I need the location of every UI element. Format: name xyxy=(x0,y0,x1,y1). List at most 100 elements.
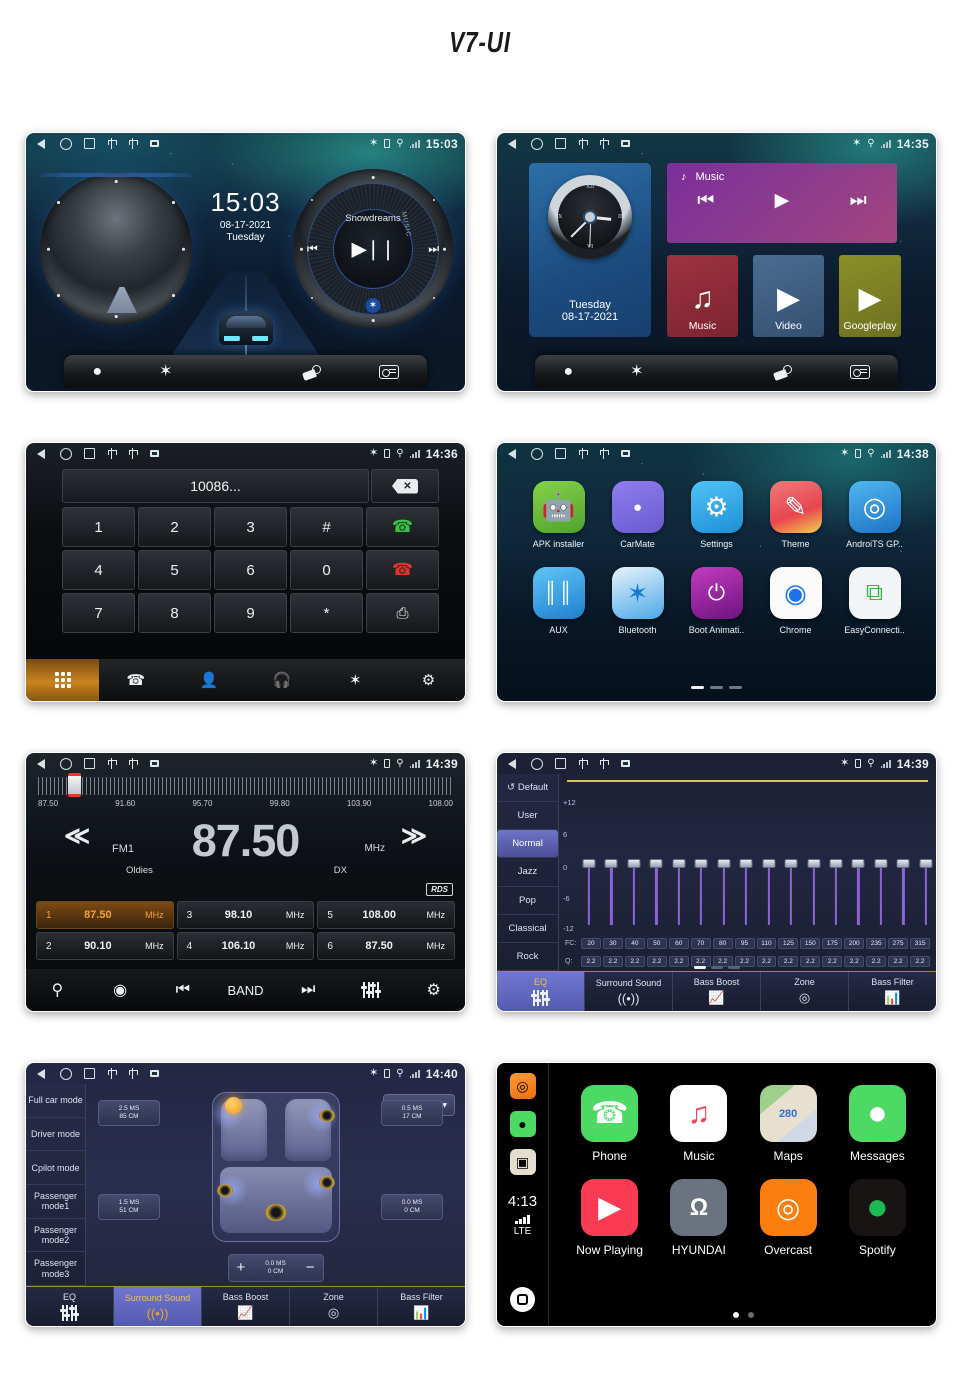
navigation-icon[interactable]: ● xyxy=(92,363,102,380)
back-icon[interactable] xyxy=(36,138,47,149)
fc-cell[interactable]: 175 xyxy=(822,938,843,949)
eq-fc-row[interactable]: FC: 20 30 40 50 60 70 80 95 110 125 150 … xyxy=(565,938,930,949)
tab-eq[interactable]: EQ xyxy=(26,1287,114,1326)
page-dot[interactable] xyxy=(727,966,740,969)
statusbar-nav-icons[interactable] xyxy=(36,1068,159,1080)
fc-cell[interactable]: 200 xyxy=(844,938,865,949)
tab-bass-boost[interactable]: Bass Boost 📈 xyxy=(202,1287,290,1326)
tab-eq[interactable]: EQ xyxy=(497,972,585,1011)
app-settings[interactable]: ⚙ Settings xyxy=(677,481,756,549)
key-0[interactable]: 0 xyxy=(290,550,363,590)
app-page-indicator[interactable] xyxy=(497,686,936,689)
eq-band-slider[interactable] xyxy=(649,796,663,929)
transfer-call-button[interactable]: ⎙ xyxy=(366,593,439,633)
listening-position-marker[interactable] xyxy=(224,1097,242,1114)
eq-band-slider[interactable] xyxy=(717,796,731,929)
key-5[interactable]: 5 xyxy=(138,550,211,590)
preset-3[interactable]: 3 98.10 MHz xyxy=(176,901,315,929)
music-prev-icon[interactable]: ⏮ xyxy=(697,190,714,212)
panel-home-screen[interactable]: ✶ ⚲ 15:03 15:03 08-17-2021 Tuesday Snowd… xyxy=(25,132,466,392)
frequency-slider-thumb[interactable] xyxy=(68,773,81,797)
keypad-tab[interactable] xyxy=(26,659,100,701)
back-icon[interactable] xyxy=(36,758,47,769)
eq-band-slider[interactable] xyxy=(807,796,821,929)
statusbar-nav-icons[interactable] xyxy=(36,138,159,150)
bluetooth-icon[interactable]: ✶ xyxy=(159,363,172,380)
bt-device-tab[interactable]: ✶ xyxy=(319,659,392,701)
page-dot[interactable] xyxy=(693,966,706,969)
app-easyconnection[interactable]: ⧉ EasyConnecti.. xyxy=(835,567,914,635)
recents-icon[interactable] xyxy=(555,758,566,769)
eq-preset-default[interactable]: ↺ Default xyxy=(497,774,558,803)
radio-toolbar[interactable]: ⚲ ◉ ⏮ BAND ⏭ ⚙ xyxy=(26,969,465,1011)
home-icon[interactable] xyxy=(531,138,543,150)
apps-icon[interactable] xyxy=(229,363,245,379)
carplay-app-now-playing[interactable]: ▶ Now Playing xyxy=(565,1179,654,1257)
next-station-button[interactable]: ⏭ xyxy=(277,981,340,999)
preset-6[interactable]: 6 87.50 MHz xyxy=(317,932,455,960)
home-icon[interactable] xyxy=(60,1068,72,1080)
app-boot-animation[interactable]: ⏻ Boot Animati.. xyxy=(677,567,756,635)
tab-bass-boost[interactable]: Bass Boost 📈 xyxy=(673,972,761,1011)
audio-tab-bar[interactable]: EQ Surround Sound ((•)) Bass Boost 📈 Zon… xyxy=(497,971,936,1011)
music-play-icon[interactable]: ▶ xyxy=(775,189,790,212)
fc-cell[interactable]: 80 xyxy=(712,938,733,949)
tile-music[interactable]: ♫ Music xyxy=(667,255,738,337)
mode-full-car[interactable]: Full car mode xyxy=(26,1084,85,1118)
back-icon[interactable] xyxy=(507,448,518,459)
statusbar-nav-icons[interactable] xyxy=(36,758,159,770)
carplay-app-phone[interactable]: ☎ Phone xyxy=(565,1085,654,1163)
page-dot[interactable] xyxy=(710,686,723,689)
eq-band-slider[interactable] xyxy=(874,796,888,929)
preset-list[interactable]: 1 87.50 MHz 3 98.10 MHz 5 108.00 MHz 2 9… xyxy=(36,901,455,960)
home-icon[interactable] xyxy=(60,758,72,770)
page-dot[interactable] xyxy=(733,1312,739,1318)
band-button[interactable]: BAND xyxy=(214,983,277,998)
eq-band-slider[interactable] xyxy=(582,796,596,929)
statusbar-nav-icons[interactable] xyxy=(36,448,159,460)
mode-passenger-3[interactable]: Passenger mode3 xyxy=(26,1252,85,1287)
tune-up-button[interactable]: ≫ xyxy=(401,821,427,851)
audio-tab-bar[interactable]: EQ Surround Sound ((•)) Bass Boost 📈 Zon… xyxy=(26,1286,465,1326)
tab-zone[interactable]: Zone ◎ xyxy=(290,1287,378,1326)
equalizer-button[interactable] xyxy=(340,982,403,998)
apps-icon[interactable] xyxy=(700,363,716,379)
messages-icon[interactable]: ● xyxy=(509,1111,536,1137)
home-icon[interactable] xyxy=(60,138,72,150)
eq-band-slider[interactable] xyxy=(784,796,798,929)
key-6[interactable]: 6 xyxy=(214,550,287,590)
statusbar-nav-icons[interactable] xyxy=(507,138,630,150)
key-4[interactable]: 4 xyxy=(62,550,135,590)
home-dock[interactable]: ● ✶ xyxy=(64,355,427,388)
eq-band-slider[interactable] xyxy=(762,796,776,929)
statusbar-nav-icons[interactable] xyxy=(507,448,630,460)
home-icon[interactable] xyxy=(531,758,543,770)
fc-cell[interactable]: 275 xyxy=(888,938,909,949)
eq-band-slider[interactable] xyxy=(604,796,618,929)
call-button[interactable]: ☎ xyxy=(366,507,439,547)
prev-station-button[interactable]: ⏮ xyxy=(151,981,214,999)
mode-passenger-2[interactable]: Passenger mode2 xyxy=(26,1219,85,1253)
fc-cell[interactable]: 315 xyxy=(910,938,930,949)
delay-rear-right[interactable]: 0.0 MS 0 CM xyxy=(381,1194,443,1220)
radio-icon[interactable] xyxy=(378,364,399,379)
eq-preset-normal[interactable]: Normal xyxy=(497,830,558,859)
eq-band-slider[interactable] xyxy=(851,796,865,929)
carplay-app-maps[interactable]: 280 Maps xyxy=(744,1085,833,1163)
bt-audio-tab[interactable]: 🎧 xyxy=(246,659,319,701)
home-dock[interactable]: ● ✶ xyxy=(535,355,898,388)
fc-cell[interactable]: 70 xyxy=(690,938,711,949)
key-2[interactable]: 2 xyxy=(138,507,211,547)
panel-equalizer[interactable]: ✶ ⚲ 14:39 ↺ Default User Normal Jazz Pop… xyxy=(496,752,937,1012)
app-theme[interactable]: ✎ Theme xyxy=(756,481,835,549)
dialer-toolbar[interactable]: ☎ 👤 🎧 ✶ ⚙ xyxy=(26,659,465,701)
fc-cell[interactable]: 235 xyxy=(866,938,887,949)
page-dot[interactable] xyxy=(691,686,704,689)
fc-cell[interactable]: 150 xyxy=(800,938,821,949)
app-carmate[interactable]: ● CarMate xyxy=(598,481,677,549)
radio-settings-button[interactable]: ⚙ xyxy=(402,980,465,1000)
eq-band-slider[interactable] xyxy=(919,796,933,929)
navigation-icon[interactable]: ● xyxy=(563,363,573,380)
analog-clock-widget[interactable]: XII III VI IX Tuesday 08-17-2021 xyxy=(529,163,651,337)
key-1[interactable]: 1 xyxy=(62,507,135,547)
